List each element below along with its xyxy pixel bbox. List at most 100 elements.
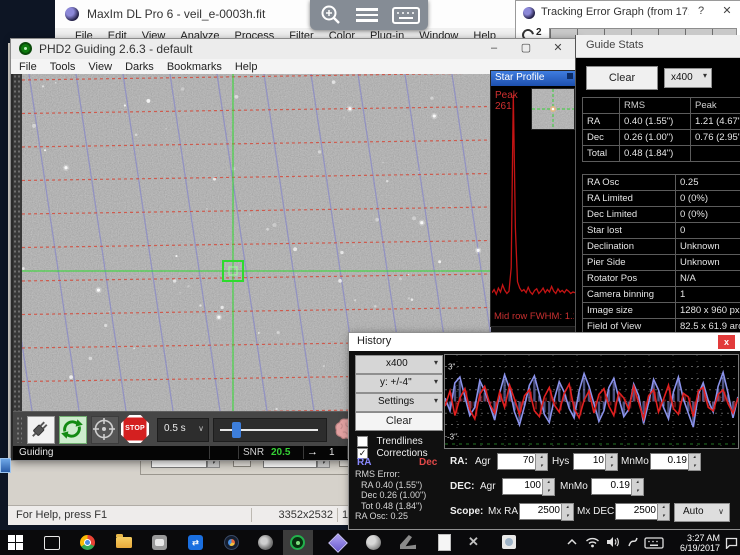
camera-connect-button[interactable] <box>27 416 55 444</box>
yscale-value: y: +/-4" <box>380 377 412 388</box>
sphere-app-icon[interactable] <box>366 535 381 550</box>
pin-icon[interactable] <box>567 73 573 79</box>
dec-aggression-input[interactable]: 100 <box>502 478 545 495</box>
mxdec-label: Mx DEC <box>577 506 615 517</box>
ra-aggression-input[interactable]: 70 <box>497 453 538 470</box>
maxim-app-icon <box>65 7 79 21</box>
stats-cell: Star lost <box>582 222 676 239</box>
phd2-menu-view[interactable]: View <box>88 61 112 73</box>
keyboard-icon[interactable] <box>392 7 420 24</box>
max-ra-spinner[interactable]: ▴ ▾ <box>561 503 574 521</box>
loop-exposures-button[interactable] <box>59 416 87 444</box>
wifi-icon[interactable] <box>585 536 600 548</box>
telescope-app-icon[interactable] <box>400 535 416 549</box>
phd2-menu-file[interactable]: File <box>19 61 37 73</box>
phd2-menu-tools[interactable]: Tools <box>50 61 76 73</box>
stats-cell: 0.76 (2.95") <box>690 129 740 146</box>
action-center-icon[interactable] <box>725 537 738 549</box>
maxim-image-dimensions: 3352x2532 <box>278 509 333 521</box>
hysteresis-spinner[interactable]: ▴ ▾ <box>605 453 618 471</box>
stats-cell: Rotator Pos <box>582 270 676 287</box>
settings-label: Settings <box>378 396 415 407</box>
max-dec-spinner[interactable]: ▴ ▾ <box>657 503 670 521</box>
phd2-menu-darks[interactable]: Darks <box>125 61 154 73</box>
stats-cell: 0 <box>675 222 740 239</box>
galaxy-app-icon[interactable] <box>258 535 273 550</box>
help-button[interactable]: ? <box>690 4 712 19</box>
history-scale-select[interactable]: x400 ▾ <box>355 355 443 374</box>
phd2-taskbar-icon[interactable] <box>290 535 305 550</box>
maxim-dl-taskbar-icon[interactable] <box>502 535 516 549</box>
taskbar-clock[interactable]: 3:27 AM 6/19/2017 <box>666 533 720 553</box>
max-ra-input[interactable]: 2500 <box>519 503 564 520</box>
history-settings-select[interactable]: Settings ▾ <box>355 393 443 412</box>
guide-stats-window: Guide Stats Clear x400 ▾ RMS Peak RA 0.40 (… <box>575 35 740 335</box>
close-button[interactable]: ✕ <box>547 41 569 56</box>
history-clear-button[interactable]: Clear <box>355 412 443 431</box>
toolbar-gripper[interactable] <box>16 416 22 443</box>
dec-minmove-spinner[interactable]: ▴ ▾ <box>631 478 644 496</box>
hysteresis-input[interactable]: 10 <box>573 453 608 470</box>
task-view-icon[interactable] <box>44 536 60 550</box>
teamviewer-icon[interactable]: ⇄ <box>188 535 203 550</box>
dec-minmove-label: MnMo <box>560 481 588 492</box>
arrow-icon: → <box>307 446 318 458</box>
guide-button[interactable] <box>91 416 119 444</box>
clock-date: 6/19/2017 <box>679 543 720 553</box>
phd2-menu-bookmarks[interactable]: Bookmarks <box>167 61 222 73</box>
gem-app-icon[interactable] <box>328 533 348 553</box>
camera-connect-icon <box>32 421 48 437</box>
chevron-up-icon[interactable] <box>566 538 578 546</box>
file-explorer-icon[interactable] <box>116 534 132 548</box>
dec-legend: Dec <box>419 457 438 468</box>
graphics-app-icon[interactable] <box>152 535 167 550</box>
ra-aggression-spinner[interactable]: ▴ ▾ <box>535 453 548 471</box>
ra-minmove-spinner[interactable]: ▴ ▾ <box>688 453 701 471</box>
keyboard-icon[interactable] <box>644 537 664 549</box>
close-button[interactable]: ✕ <box>716 4 738 19</box>
start-button[interactable] <box>8 535 23 550</box>
stats-cell: Peak <box>690 97 740 114</box>
maxim-status-help: For Help, press F1 <box>16 509 108 521</box>
chrome-icon[interactable] <box>80 535 95 550</box>
rms-error-readout: RMS Error: RA 0.40 (1.55") Dec 0.26 (1.00"… <box>355 469 447 522</box>
slider-thumb[interactable] <box>232 422 241 438</box>
guide-stats-scale-select[interactable]: x400 ▾ <box>664 68 712 88</box>
close-button[interactable]: x <box>718 335 735 349</box>
dec-minmove-input[interactable]: 0.19 <box>591 478 634 495</box>
planetarium-app-icon[interactable] <box>224 535 239 550</box>
phd2-menu-help[interactable]: Help <box>235 61 258 73</box>
maximize-button[interactable]: ▢ <box>515 41 537 56</box>
dec-mode-value: Auto <box>683 506 704 517</box>
x-app-icon[interactable]: ✕ <box>468 534 479 550</box>
star-profile-title: Star Profile <box>495 72 545 83</box>
stats-cell <box>582 97 620 114</box>
dec-mode-select[interactable]: Auto ∨ <box>674 503 730 522</box>
ra-minmove-input[interactable]: 0.19 <box>650 453 691 470</box>
guide-stats-clear-button[interactable]: Clear <box>586 66 658 90</box>
stats-cell: 0.25 <box>675 174 740 191</box>
exposure-select[interactable]: 0.5 s ∨ <box>157 418 209 442</box>
star-profile-titlebar[interactable]: Star Profile <box>491 71 576 86</box>
history-yscale-select[interactable]: y: +/-4" ▾ <box>355 374 443 393</box>
volume-icon[interactable] <box>606 536 620 548</box>
scale-value: x400 <box>671 72 693 83</box>
stop-button[interactable]: STOP <box>121 415 149 443</box>
stats-cell: Unknown <box>675 254 740 271</box>
rms-line: Tot 0.48 (1.84") <box>361 500 423 511</box>
pen-icon[interactable] <box>627 536 639 548</box>
menu-icon[interactable] <box>356 8 378 22</box>
history-title: History <box>357 335 392 347</box>
magnifier-icon[interactable] <box>320 4 342 26</box>
max-dec-input[interactable]: 2500 <box>615 503 660 520</box>
dec-aggression-spinner[interactable]: ▴ ▾ <box>542 478 555 496</box>
document-app-icon[interactable] <box>438 534 451 551</box>
desktop-icon[interactable] <box>0 458 11 473</box>
hysteresis-label: Hys <box>552 456 570 467</box>
exposure-value: 0.5 s <box>164 423 186 434</box>
desktop: MaxIm DL Pro 6 - veil_e-0003h.fit File Ed… <box>0 0 740 555</box>
gamma-slider[interactable] <box>213 418 327 442</box>
mxra-label: Mx RA <box>488 506 518 517</box>
dock-gripper[interactable] <box>13 74 22 411</box>
minimize-button[interactable]: – <box>483 41 505 56</box>
